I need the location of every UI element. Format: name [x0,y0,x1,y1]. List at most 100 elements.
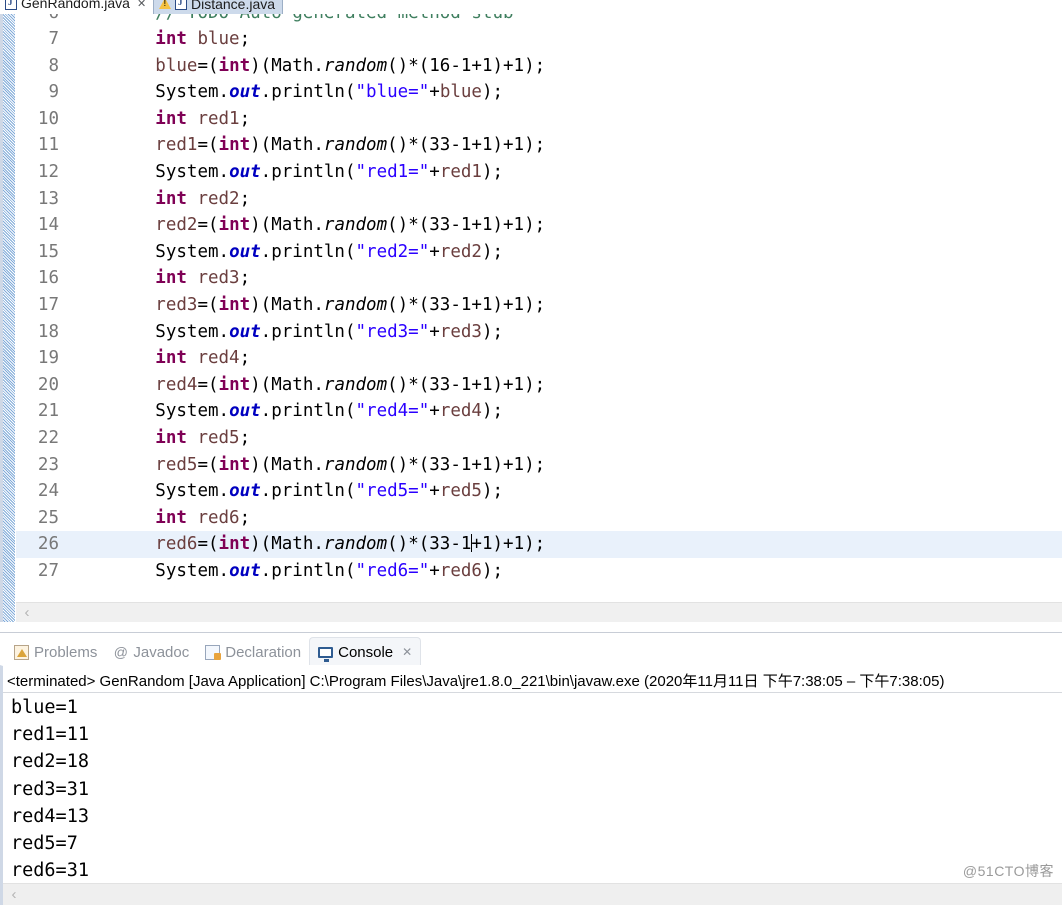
scroll-left-icon[interactable]: ‹ [16,605,38,620]
code-token: red2 [439,241,482,262]
declaration-icon [205,645,222,660]
line-number: 9 [48,82,59,103]
scroll-left-icon[interactable]: ‹ [3,887,25,902]
code-line-text: red5=(int)(Math.random()*(33-1+1)+1); [71,452,545,479]
code-token: out [229,401,261,422]
code-token: + [429,560,440,581]
code-line[interactable]: 15 System.out.println("red2="+red2); [16,239,1062,266]
view-tab-declaration[interactable]: Declaration [197,639,309,666]
code-line[interactable]: 7 int blue; [16,26,1062,53]
javadoc-icon: @ [113,644,128,660]
code-editor[interactable]: 6 // TODO Auto-generated method stub7 in… [0,14,1062,622]
code-token: ); [481,82,504,103]
code-token: ; [239,348,251,369]
code-token: System. [155,82,230,103]
code-token: int [218,294,251,315]
code-token: red4 [197,348,240,369]
code-line[interactable]: 23 red5=(int)(Math.random()*(33-1+1)+1); [16,452,1062,479]
view-tab-problems[interactable]: Problems [6,639,105,666]
view-tab-console[interactable]: Console ✕ [309,637,422,666]
view-tab-label: Javadoc [133,644,190,661]
code-line[interactable]: 24 System.out.println("red5="+red5); [16,478,1062,505]
code-line[interactable]: 8 blue=(int)(Math.random()*(16-1+1)+1); [16,53,1062,80]
view-tab-javadoc[interactable]: @ Javadoc [105,639,197,666]
code-token: random [323,454,388,475]
code-token: ); [481,241,504,262]
close-icon[interactable]: ✕ [402,645,412,659]
code-line-text: int red4; [71,345,250,372]
code-line[interactable]: 12 System.out.println("red1="+red1); [16,159,1062,186]
code-line[interactable]: 11 red1=(int)(Math.random()*(33-1+1)+1); [16,132,1062,159]
code-token: red5 [197,427,240,448]
code-token: )(Math. [250,215,324,236]
code-token: System. [155,401,230,422]
code-token: red1 [197,108,240,129]
code-token: red3 [197,268,240,289]
code-token: "red4=" [355,401,430,422]
code-line[interactable]: 16 int red3; [16,265,1062,292]
code-token: )(Math. [250,454,324,475]
code-token: red2 [155,215,198,236]
console-status-line: <terminated> GenRandom [Java Application… [7,673,945,690]
code-line[interactable]: 17 red3=(int)(Math.random()*(33-1+1)+1); [16,292,1062,319]
code-line-text: System.out.println("blue="+blue); [71,79,503,106]
line-number: 14 [37,215,59,236]
code-token: "red1=" [355,161,430,182]
code-token: red5 [439,481,482,502]
code-token: =( [197,374,219,395]
code-token: +1)+1); [471,534,546,555]
bottom-view-panel: Problems @ Javadoc Declaration Console ✕ <ter… [0,632,1062,905]
code-line-text: int red2; [71,186,250,213]
code-line-text: int blue; [71,26,250,53]
code-line[interactable]: 10 int red1; [16,106,1062,133]
code-token: random [323,294,388,315]
code-line-clipped[interactable]: 6 // TODO Auto-generated method stub [16,14,1062,26]
console-view[interactable]: <terminated> GenRandom [Java Application… [0,665,1062,905]
code-token: random [323,135,388,156]
code-token: ()*(33-1 [387,534,472,555]
code-token: random [323,55,388,76]
code-line[interactable]: 26 red6=(int)(Math.random()*(33-1+1)+1); [16,531,1062,558]
code-line[interactable]: 25 int red6; [16,505,1062,532]
code-line[interactable]: 21 System.out.println("red4="+red4); [16,398,1062,425]
code-line[interactable]: 20 red4=(int)(Math.random()*(33-1+1)+1); [16,372,1062,399]
code-token: red6 [439,560,482,581]
code-token: out [229,82,261,103]
code-line[interactable]: 19 int red4; [16,345,1062,372]
code-token: out [229,321,261,342]
code-line[interactable]: 22 int red5; [16,425,1062,452]
editor-horizontal-scrollbar[interactable]: ‹ [16,602,1062,622]
code-line[interactable]: 14 red2=(int)(Math.random()*(33-1+1)+1); [16,212,1062,239]
code-line-text: int red3; [71,265,250,292]
code-token: ); [481,401,504,422]
watermark: @51CTO博客 [962,863,1054,879]
code-line[interactable]: 13 int red2; [16,186,1062,213]
close-icon[interactable]: ✕ [137,0,146,10]
editor-tab-genrandom[interactable]: GenRandom.java ✕ [0,0,154,14]
code-line[interactable]: 6 // TODO Auto-generated method stub [16,14,1062,26]
java-file-icon [5,0,17,10]
code-token: // TODO Auto-generated method stub [155,14,513,23]
code-line[interactable]: 9 System.out.println("blue="+blue); [16,79,1062,106]
code-line[interactable]: 27 System.out.println("red6="+red6); [16,558,1062,585]
code-token: out [229,161,261,182]
line-number: 10 [37,108,59,129]
line-number: 24 [37,481,59,502]
editor-tab-distance[interactable]: Distance.java [153,0,284,14]
code-token: int [218,454,251,475]
code-line[interactable]: 18 System.out.println("red3="+red3); [16,319,1062,346]
folding-annotation-bar[interactable] [3,14,16,622]
code-text-area[interactable]: 6 // TODO Auto-generated method stub7 in… [16,14,1062,622]
console-horizontal-scrollbar[interactable]: ‹ [3,883,1062,905]
code-token: red3 [155,294,198,315]
code-line-text: red3=(int)(Math.random()*(33-1+1)+1); [71,292,545,319]
